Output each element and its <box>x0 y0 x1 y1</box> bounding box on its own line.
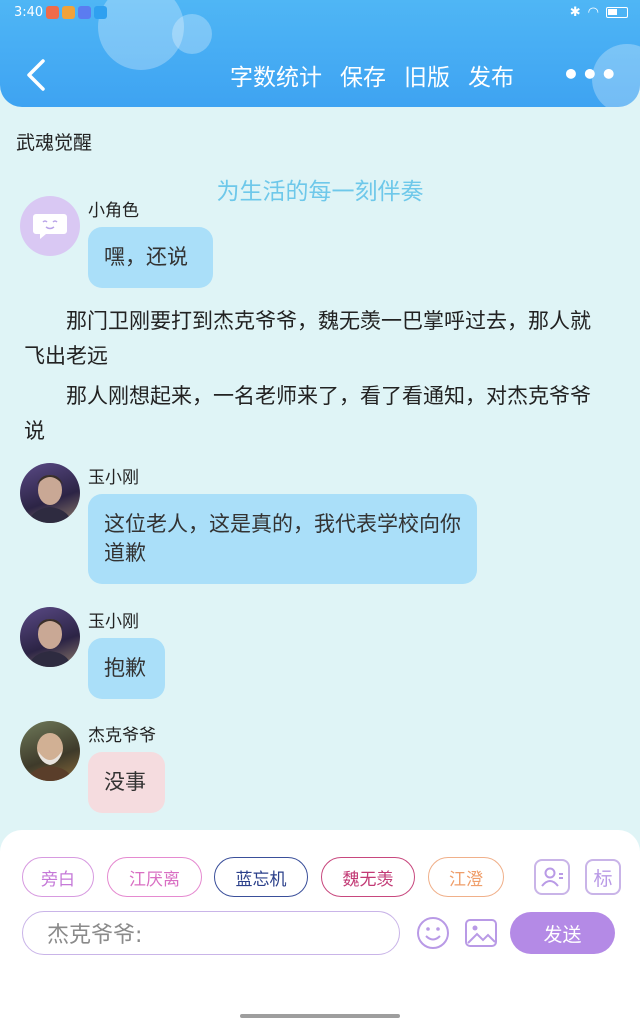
character-portrait-icon <box>28 475 72 523</box>
back-button[interactable] <box>18 56 52 94</box>
character-name: 玉小刚 <box>88 612 139 632</box>
message-bubble[interactable]: 这位老人，这是真的，我代表学校向你道歉 <box>88 494 477 584</box>
wifi-icon: ◠ <box>587 5 599 20</box>
image-button[interactable] <box>462 914 500 952</box>
avatar[interactable] <box>20 463 80 523</box>
avatar[interactable] <box>20 607 80 667</box>
character-chip[interactable]: 魏无羡 <box>321 857 415 897</box>
narration-paragraph[interactable]: 那人刚想起来，一名老师来了，看了看通知，对杰克爷爷说 <box>24 379 610 449</box>
battery-icon <box>606 7 628 18</box>
top-bar: 3:40 ✱ ◠ 字数统计 保存 旧版 发布 ••• <box>0 0 640 107</box>
shield-app-icon <box>78 6 91 19</box>
narration-paragraph[interactable]: 那门卫刚要打到杰克爷爷，魏无羡一巴掌呼过去，那人就飞出老远 <box>24 304 610 374</box>
chevron-left-icon <box>27 59 45 91</box>
word-count-button[interactable]: 字数统计 <box>230 58 322 92</box>
send-button[interactable]: 发送 <box>510 912 615 954</box>
avatar[interactable] <box>20 721 80 781</box>
story-title: 武魂觉醒 <box>16 132 93 154</box>
character-portrait-icon <box>28 619 72 667</box>
message-bubble[interactable]: 没事 <box>88 752 165 813</box>
character-chip[interactable]: 江厌离 <box>107 857 202 897</box>
character-chip[interactable]: 旁白 <box>22 857 94 897</box>
more-options-button[interactable]: ••• <box>562 58 619 91</box>
message-bubble[interactable]: 嘿，还说 <box>88 227 213 288</box>
save-button[interactable]: 保存 <box>340 58 386 92</box>
user-icon <box>541 867 563 887</box>
image-icon <box>465 919 497 947</box>
toolbar-actions: 字数统计 保存 旧版 发布 <box>230 58 514 92</box>
notification-icons <box>46 6 107 19</box>
status-bar: 3:40 ✱ ◠ <box>0 0 640 26</box>
home-indicator[interactable] <box>240 1014 400 1018</box>
old-version-button[interactable]: 旧版 <box>404 58 450 92</box>
smiley-icon <box>417 917 449 949</box>
status-time: 3:40 <box>14 5 44 20</box>
search-app-icon <box>94 6 107 19</box>
system-status: ✱ ◠ <box>570 5 628 20</box>
character-name: 小角色 <box>88 201 139 221</box>
character-select-button[interactable] <box>534 859 570 895</box>
message-bubble[interactable]: 抱歉 <box>88 638 165 699</box>
character-portrait-icon <box>26 733 74 781</box>
message-input[interactable]: 杰克爷爷: <box>22 911 400 955</box>
character-name: 玉小刚 <box>88 468 139 488</box>
character-name: 杰克爷爷 <box>88 726 156 746</box>
emoji-button[interactable] <box>414 914 452 952</box>
game-app-icon <box>46 6 59 19</box>
avatar[interactable] <box>20 196 80 256</box>
mark-button[interactable]: 标 <box>585 859 621 895</box>
bluetooth-icon: ✱ <box>569 5 581 20</box>
character-chip[interactable]: 江澄 <box>428 857 504 897</box>
video-app-icon <box>62 6 75 19</box>
chat-bubble-icon <box>33 214 67 239</box>
character-chip[interactable]: 蓝忘机 <box>214 857 308 897</box>
publish-button[interactable]: 发布 <box>468 58 514 92</box>
